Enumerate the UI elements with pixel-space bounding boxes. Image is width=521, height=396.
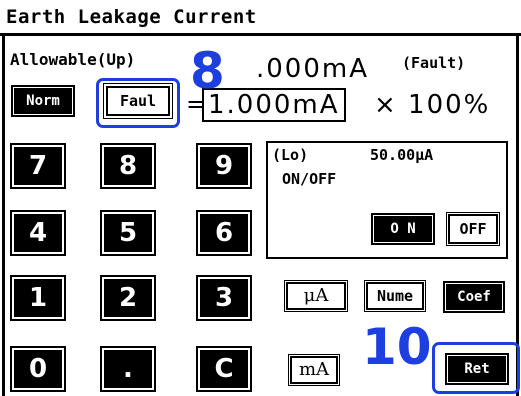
key-9[interactable]: 9 [196,143,252,189]
milli-amp-button[interactable]: mA [288,354,340,386]
key-clear[interactable]: C [196,346,252,392]
allowable-label: Allowable(Up) [10,50,136,69]
key-0[interactable]: 0 [10,346,66,392]
off-button[interactable]: OFF [446,212,500,246]
coef-button[interactable]: Coef [443,281,505,313]
key-6[interactable]: 6 [196,210,252,256]
lo-label: (Lo) [272,146,309,164]
key-decimal[interactable]: . [100,346,156,392]
window-title: Earth Leakage Current [0,0,521,36]
key-4[interactable]: 4 [10,210,66,256]
key-1[interactable]: 1 [10,275,66,321]
key-7[interactable]: 7 [10,143,66,189]
lo-value: 50.00μA [370,146,434,164]
key-5[interactable]: 5 [100,210,156,256]
micro-amp-button[interactable]: μA [284,280,348,312]
key-2[interactable]: 2 [100,275,156,321]
key-3[interactable]: 3 [196,275,252,321]
on-button[interactable]: O N [371,213,435,245]
norm-button[interactable]: Norm [11,85,75,117]
nume-button[interactable]: Nume [364,280,426,312]
fault-mode-label: (Fault) [402,54,466,72]
key-8[interactable]: 8 [100,143,156,189]
step-8-annotation: 8 [190,42,225,100]
lo-onoff-label: ON/OFF [282,170,337,188]
step-10-annotation: 10 [362,318,432,376]
faul-button[interactable]: Faul [103,83,173,119]
percent-multiplier: × 100% [374,90,491,120]
allowable-value: .000mA [256,54,370,84]
ret-button[interactable]: Ret [445,353,509,385]
